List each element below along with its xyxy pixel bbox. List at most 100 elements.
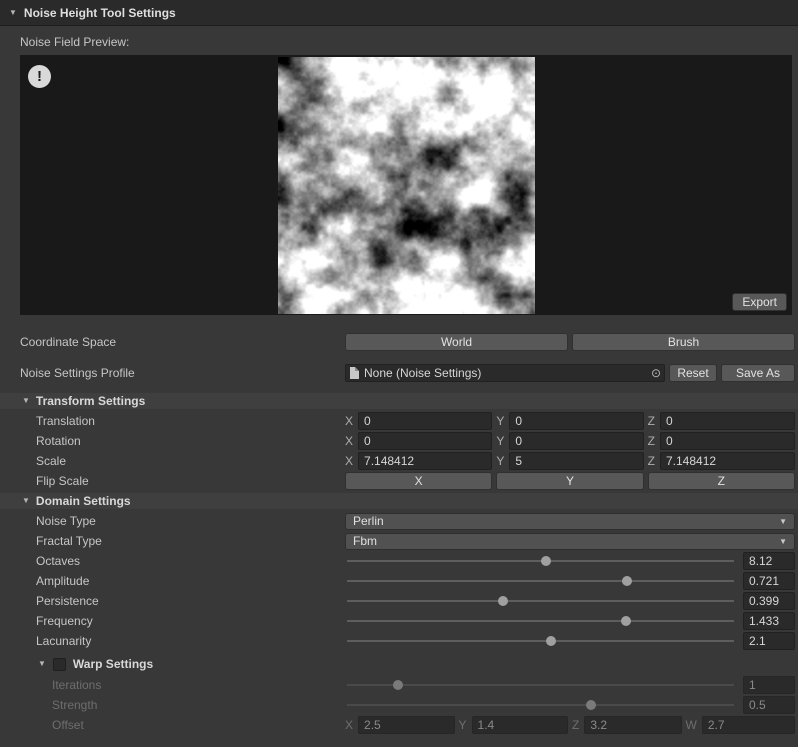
axis-z-label: Z	[648, 414, 655, 428]
warp-settings-header[interactable]: ▼ Warp Settings	[0, 656, 798, 672]
amplitude-slider-handle[interactable]	[622, 576, 632, 586]
foldout-icon[interactable]: ▼	[22, 497, 30, 505]
amplitude-slider[interactable]	[345, 572, 736, 590]
offset-y-field: 1.4	[472, 716, 568, 734]
strength-label: Strength	[0, 698, 345, 712]
object-picker-icon[interactable]: ⊙	[651, 367, 661, 379]
slider-track	[347, 640, 734, 642]
axis-y-label: Y	[459, 718, 467, 732]
lacunarity-value-field[interactable]: 2.1	[743, 632, 795, 650]
octaves-label: Octaves	[0, 554, 345, 568]
flip-x-button[interactable]: X	[345, 472, 492, 490]
axis-y-label: Y	[496, 434, 504, 448]
frequency-label: Frequency	[0, 614, 345, 628]
axis-y-label: Y	[496, 414, 504, 428]
rotation-label: Rotation	[0, 434, 345, 448]
chevron-down-icon: ▼	[779, 537, 787, 546]
rotation-x-field[interactable]: 0	[358, 432, 492, 450]
foldout-icon[interactable]: ▼	[9, 9, 17, 17]
strength-row: Strength 0.5	[0, 696, 798, 714]
axis-z-label: Z	[648, 454, 655, 468]
translation-row: Translation X 0 Y 0 Z 0	[0, 412, 798, 430]
translation-y-field[interactable]: 0	[509, 412, 643, 430]
foldout-icon[interactable]: ▼	[38, 660, 46, 668]
frequency-slider-handle[interactable]	[621, 616, 631, 626]
export-button[interactable]: Export	[732, 293, 787, 311]
noise-height-tool-window: ▼ Noise Height Tool Settings Noise Field…	[0, 0, 798, 734]
octaves-value-field[interactable]: 8.12	[743, 552, 795, 570]
noise-type-row: Noise Type Perlin ▼	[0, 512, 798, 530]
noise-settings-object-field[interactable]: None (Noise Settings) ⊙	[345, 364, 665, 382]
strength-slider-handle	[586, 700, 596, 710]
slider-track	[347, 704, 734, 706]
persistence-row: Persistence 0.399	[0, 592, 798, 610]
scale-row: Scale X 7.148412 Y 5 Z 7.148412	[0, 452, 798, 470]
warning-icon-glyph: !	[37, 68, 42, 85]
octaves-slider-handle[interactable]	[541, 556, 551, 566]
flip-scale-row: Flip Scale X Y Z	[0, 472, 798, 490]
frequency-slider[interactable]	[345, 612, 736, 630]
translation-z-field[interactable]: 0	[660, 412, 795, 430]
transform-settings-header[interactable]: ▼ Transform Settings	[0, 393, 798, 409]
preview-label: Noise Field Preview:	[20, 35, 798, 50]
noise-type-dropdown[interactable]: Perlin ▼	[345, 513, 795, 530]
tool-settings-header[interactable]: ▼ Noise Height Tool Settings	[0, 0, 798, 26]
flip-scale-label: Flip Scale	[0, 474, 345, 488]
domain-settings-title: Domain Settings	[36, 494, 131, 508]
rotation-z-field[interactable]: 0	[660, 432, 795, 450]
slider-track	[347, 684, 734, 686]
axis-w-label: W	[686, 718, 697, 732]
noise-preview-panel: ! Export	[20, 55, 792, 315]
flip-z-button[interactable]: Z	[648, 472, 795, 490]
translation-label: Translation	[0, 414, 345, 428]
axis-x-label: X	[345, 414, 353, 428]
persistence-slider[interactable]	[345, 592, 736, 610]
fractal-type-value: Fbm	[353, 534, 377, 548]
coordinate-space-label: Coordinate Space	[0, 335, 345, 349]
fractal-type-dropdown[interactable]: Fbm ▼	[345, 533, 795, 550]
offset-row: Offset X 2.5 Y 1.4 Z 3.2 W 2.7	[0, 716, 798, 734]
domain-settings-header[interactable]: ▼ Domain Settings	[0, 493, 798, 509]
frequency-value-field[interactable]: 1.433	[743, 612, 795, 630]
axis-z-label: Z	[648, 434, 655, 448]
scale-x-field[interactable]: 7.148412	[358, 452, 492, 470]
chevron-down-icon: ▼	[779, 517, 787, 526]
scale-y-field[interactable]: 5	[509, 452, 643, 470]
persistence-label: Persistence	[0, 594, 345, 608]
lacunarity-slider-handle[interactable]	[546, 636, 556, 646]
translation-x-field[interactable]: 0	[358, 412, 492, 430]
warp-settings-checkbox[interactable]	[53, 658, 66, 671]
rotation-y-field[interactable]: 0	[509, 432, 643, 450]
foldout-icon[interactable]: ▼	[22, 397, 30, 405]
object-field-value: None (Noise Settings)	[364, 366, 646, 380]
offset-x-field: 2.5	[358, 716, 454, 734]
fractal-type-row: Fractal Type Fbm ▼	[0, 532, 798, 550]
axis-x-label: X	[345, 434, 353, 448]
lacunarity-label: Lacunarity	[0, 634, 345, 648]
fractal-type-label: Fractal Type	[0, 534, 345, 548]
save-as-button[interactable]: Save As	[721, 364, 795, 382]
axis-z-label: Z	[572, 718, 579, 732]
axis-y-label: Y	[496, 454, 504, 468]
axis-x-label: X	[345, 718, 353, 732]
octaves-slider[interactable]	[345, 552, 736, 570]
brush-button[interactable]: Brush	[572, 333, 795, 351]
iterations-label: Iterations	[0, 678, 345, 692]
slider-track	[347, 600, 734, 602]
iterations-row: Iterations 1	[0, 676, 798, 694]
slider-track	[347, 620, 734, 622]
lacunarity-slider[interactable]	[345, 632, 736, 650]
flip-y-button[interactable]: Y	[496, 472, 643, 490]
reset-button[interactable]: Reset	[669, 364, 717, 382]
iterations-slider	[345, 676, 736, 694]
scale-z-field[interactable]: 7.148412	[660, 452, 795, 470]
octaves-row: Octaves 8.12	[0, 552, 798, 570]
rotation-row: Rotation X 0 Y 0 Z 0	[0, 432, 798, 450]
persistence-slider-handle[interactable]	[498, 596, 508, 606]
world-button[interactable]: World	[345, 333, 568, 351]
persistence-value-field[interactable]: 0.399	[743, 592, 795, 610]
iterations-slider-handle	[393, 680, 403, 690]
transform-settings-title: Transform Settings	[36, 394, 145, 408]
page-title: Noise Height Tool Settings	[24, 6, 176, 20]
amplitude-value-field[interactable]: 0.721	[743, 572, 795, 590]
